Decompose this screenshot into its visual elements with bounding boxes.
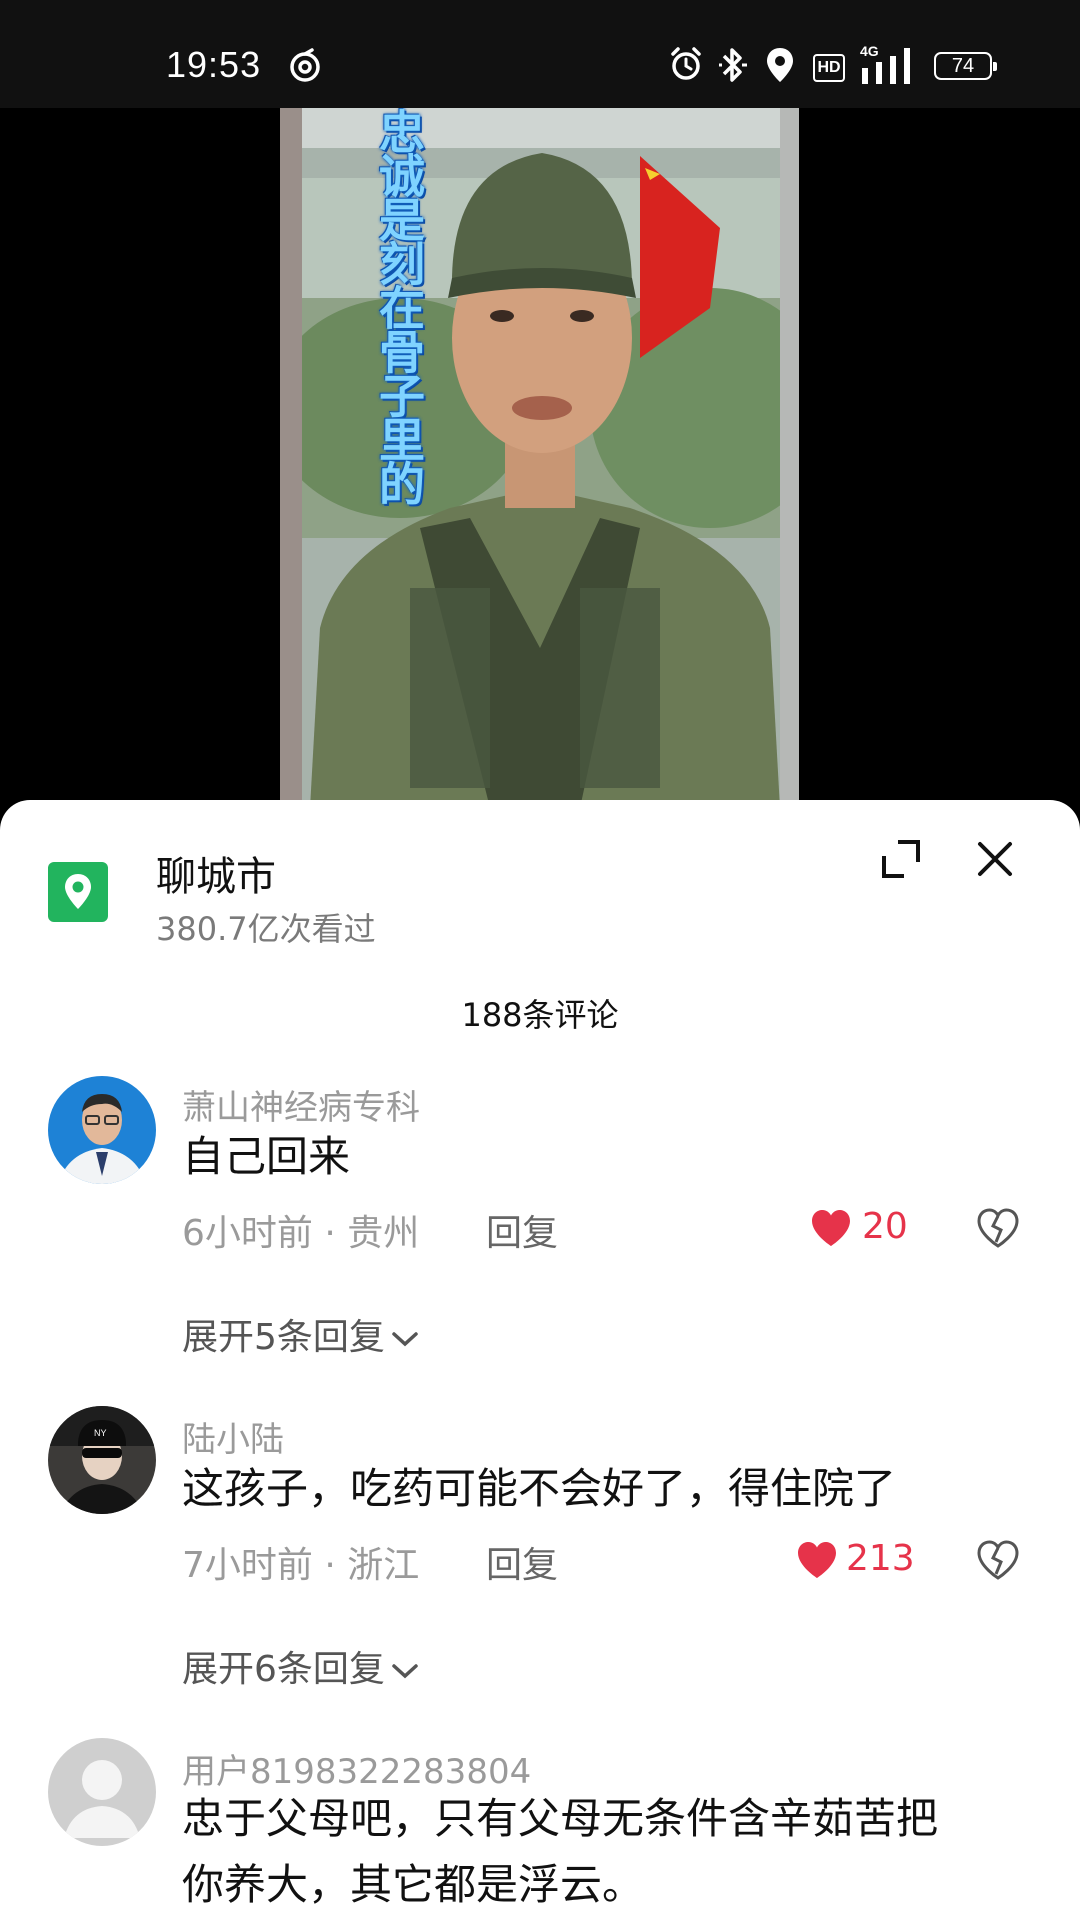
comment-item: NY 陆小陆 这孩子，吃药可能不会好了，得住院了 7小时前 · 浙江 回复 21… [0, 1402, 1080, 1702]
chevron-down-icon [392, 1664, 418, 1679]
chevron-down-icon [392, 1332, 418, 1347]
close-icon[interactable] [972, 836, 1018, 882]
dislike-icon[interactable] [976, 1206, 1020, 1250]
status-time: 19:53 [166, 44, 262, 85]
comment-time: 6小时前 [182, 1213, 313, 1254]
comment-region: 贵州 [347, 1213, 420, 1254]
comment-region: 浙江 [347, 1545, 420, 1586]
heart-icon [798, 1542, 836, 1578]
location-title[interactable]: 聊城市 [156, 844, 276, 902]
expand-replies-label: 展开6条回复 [182, 1649, 385, 1690]
like-button[interactable]: 213 [796, 1538, 920, 1582]
network-type-label: 4G [860, 43, 879, 59]
status-bar: 19:53 HD 4G 74 [0, 0, 1080, 108]
comment-meta: 7小时前 · 浙江 [182, 1545, 420, 1586]
avatar[interactable] [48, 1076, 156, 1184]
location-view-count: 380.7亿次看过 [156, 910, 376, 948]
avatar[interactable]: NY [48, 1406, 156, 1514]
expand-replies-button[interactable]: 展开5条回复 [182, 1308, 419, 1360]
comment-item: 萧山神经病专科 自己回来 6小时前 · 贵州 回复 20 展开5条回复 [0, 1070, 1080, 1370]
avatar[interactable] [48, 1738, 156, 1846]
bluetooth-icon [719, 48, 747, 82]
comment-meta: 6小时前 · 贵州 [182, 1213, 420, 1254]
location-status-icon [767, 48, 793, 82]
comment-text-line: 你养大，其它都是浮云。 [182, 1860, 645, 1909]
reply-button[interactable]: 回复 [486, 1536, 558, 1588]
video-frame[interactable]: 忠诚是刻在骨子里的 [280, 108, 799, 808]
reply-button[interactable]: 回复 [486, 1204, 558, 1256]
expand-icon[interactable] [878, 836, 924, 882]
video-overlay-caption: 忠诚是刻在骨子里的 [372, 108, 426, 504]
video-player[interactable]: 忠诚是刻在骨子里的 [0, 108, 1080, 808]
comment-username[interactable]: 萧山神经病专科 [182, 1080, 420, 1129]
comment-item: 用户8198322283804 忠于父母吧，只有父母无条件含辛茹苦把 你养大，其… [0, 1736, 1080, 1920]
heart-icon [812, 1210, 850, 1246]
comment-time: 7小时前 [182, 1545, 313, 1586]
comment-text: 自己回来 [182, 1132, 351, 1181]
hd-badge: HD [813, 54, 845, 82]
like-button[interactable]: 20 [810, 1206, 920, 1250]
dislike-icon[interactable] [976, 1538, 1020, 1582]
comment-count-header: 188条评论 [461, 996, 619, 1034]
location-pin-icon[interactable] [48, 862, 108, 922]
app-notification-icon [290, 48, 320, 82]
video-image [280, 108, 799, 808]
comment-text: 这孩子，吃药可能不会好了，得住院了 [182, 1464, 897, 1513]
comment-text-line: 忠于父母吧，只有父母无条件含辛茹苦把 [182, 1794, 939, 1843]
like-count: 213 [846, 1538, 915, 1579]
alarm-icon [671, 47, 701, 80]
svg-text:NY: NY [94, 1428, 107, 1438]
comments-sheet: 聊城市 380.7亿次看过 188条评论 萧山神经病专科 自己回来 6小时前 · [0, 800, 1080, 1920]
comment-username[interactable]: 陆小陆 [182, 1412, 284, 1461]
cellular-signal-icon: 4G [860, 43, 910, 84]
battery-indicator: 74 [934, 52, 997, 80]
expand-replies-button[interactable]: 展开6条回复 [182, 1640, 419, 1692]
like-count: 20 [862, 1206, 908, 1247]
expand-replies-label: 展开5条回复 [182, 1317, 385, 1358]
